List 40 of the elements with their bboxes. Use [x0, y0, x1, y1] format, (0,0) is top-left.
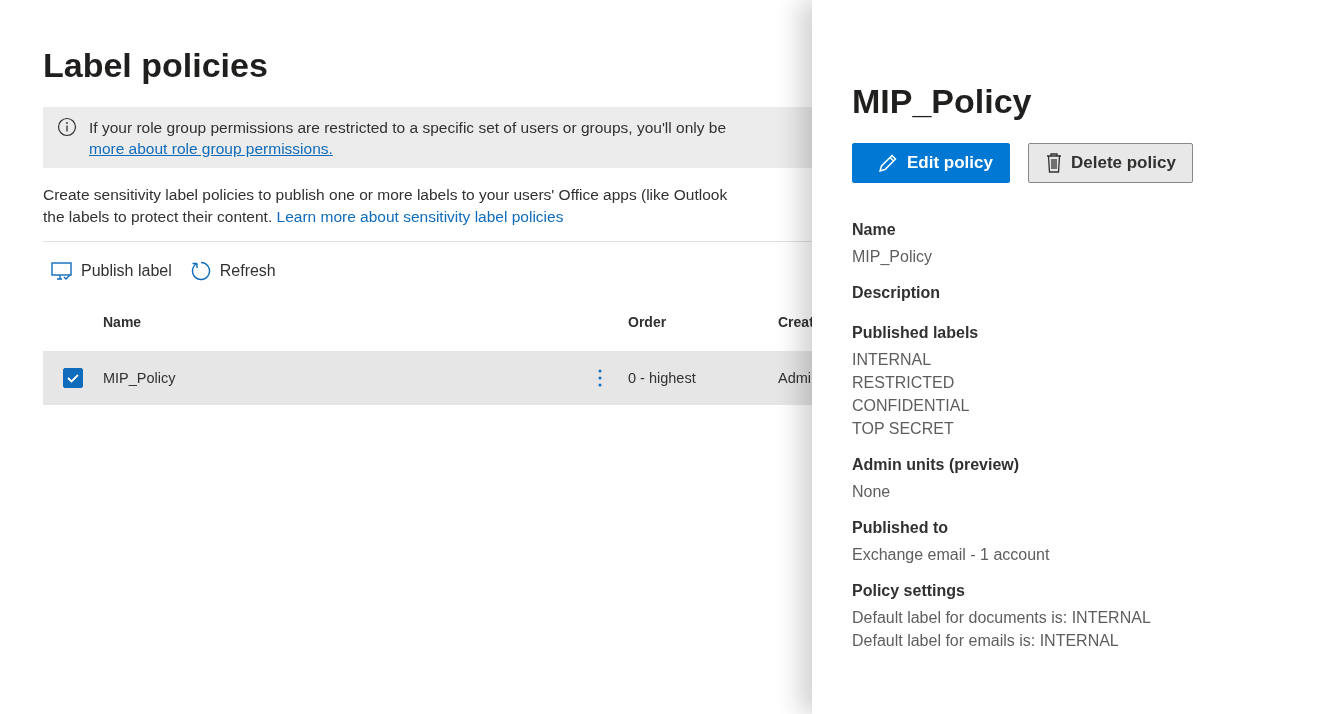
- banner-text: If your role group permissions are restricted to a specific set of users or groups, you'll only be: [89, 118, 727, 138]
- field-label: Admin units (preview): [852, 455, 1021, 475]
- table-cell: Admi: [778, 370, 812, 386]
- field-value: Exchange email - 1 account: [852, 545, 1051, 565]
- field-value: CONFIDENTIAL: [852, 396, 971, 416]
- table-cell-text: 0 - highest: [628, 370, 697, 386]
- field-label: Published labels: [852, 323, 980, 343]
- learn-more-link[interactable]: Learn more about sensitivity label policies: [276, 208, 564, 225]
- table-row[interactable]: MIP_Policy 0 - highest Admi: [43, 351, 812, 405]
- field-value: None: [852, 482, 892, 502]
- more-icon[interactable]: [598, 368, 602, 388]
- pencil-icon: [877, 152, 899, 174]
- checkmark-icon: [66, 371, 80, 385]
- edit-button[interactable]: Edit policy: [852, 143, 1010, 183]
- field-label: Description: [852, 283, 941, 303]
- page-title: Label policies: [43, 46, 269, 85]
- info-icon: [57, 117, 77, 137]
- trash-icon: [1044, 152, 1063, 174]
- field-value: INTERNAL: [852, 350, 933, 370]
- column-header[interactable]: Creat: [778, 314, 814, 340]
- column-header[interactable]: Order: [628, 314, 778, 340]
- field-value: RESTRICTED: [852, 373, 956, 393]
- field-label: Policy settings: [852, 581, 966, 601]
- delete-button[interactable]: Delete policy: [1027, 143, 1193, 183]
- field-label: Name: [852, 220, 897, 240]
- refresh-button[interactable]: Refresh: [189, 258, 276, 284]
- field-value: Default label for emails is: INTERNAL: [852, 631, 1120, 651]
- panel-title: MIP_Policy: [852, 82, 1033, 121]
- permissions-link[interactable]: more about role group permissions.: [89, 138, 333, 159]
- refresh-icon: [189, 260, 212, 282]
- field-value: TOP SECRET: [852, 419, 955, 439]
- description-text: Create sensitivity label policies to publish one or more labels to your users' Office apps (like Outlook the labels to protect their content. Learn more about sensitivity label policies: [43, 184, 812, 242]
- column-header[interactable]: Name: [103, 314, 628, 340]
- monitor-icon: [51, 261, 73, 281]
- publish-button[interactable]: Publish label: [51, 258, 172, 284]
- table-cell-text: MIP_Policy: [103, 370, 177, 386]
- field-value: MIP_Policy: [852, 247, 934, 267]
- field-label: Published to: [852, 518, 949, 538]
- field-value: Default label for documents is: INTERNAL: [852, 608, 1152, 628]
- row-checkbox[interactable]: [63, 368, 83, 388]
